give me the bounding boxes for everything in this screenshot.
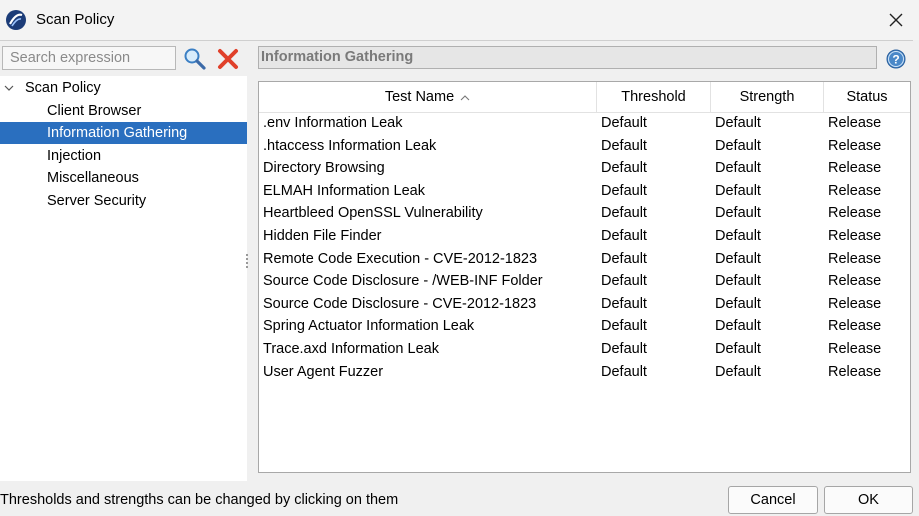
table-row[interactable]: .env Information Leak Default Default Relea… [259, 112, 910, 135]
column-header-label: Test Name [384, 89, 455, 105]
app-logo-icon [6, 10, 26, 30]
table-row[interactable]: Trace.axd Information Leak Default Default… [259, 338, 910, 361]
cell-strength[interactable]: Default [715, 248, 761, 271]
cell-status: Release [828, 250, 882, 267]
cell-status: Release [828, 115, 882, 131]
panel-splitter[interactable] [245, 252, 249, 272]
cell-test-name: Directory Browsing [263, 160, 385, 177]
cell-strength[interactable]: Default [715, 225, 761, 248]
cell-strength[interactable]: Default [715, 157, 761, 180]
window-close-button[interactable] [873, 0, 919, 40]
cell-test-name: Source Code Disclosure - CVE-2012-1823 [263, 295, 537, 312]
cell-threshold[interactable]: Default [601, 225, 647, 248]
cell-threshold[interactable]: Default [601, 202, 647, 225]
search-icon [184, 48, 206, 70]
cell-threshold[interactable]: Default [601, 361, 647, 384]
help-button[interactable]: ? [885, 48, 907, 70]
cell-status: Release [828, 318, 882, 335]
cell-status: Release [828, 340, 882, 357]
cell-threshold[interactable]: Default [601, 293, 647, 316]
cell-status: Release [828, 182, 882, 199]
table-row[interactable]: Directory Browsing Default Default Release [259, 157, 910, 180]
title-bar: Scan Policy [0, 0, 919, 40]
cell-threshold[interactable]: Default [601, 135, 647, 158]
column-header-threshold[interactable]: Threshold [597, 82, 711, 112]
cell-threshold[interactable]: Default [601, 112, 647, 135]
search-button[interactable] [182, 46, 208, 72]
cell-threshold[interactable]: Default [601, 338, 647, 361]
cell-status: Release [828, 137, 882, 154]
cell-threshold[interactable]: Default [601, 248, 647, 271]
cell-test-name: Remote Code Execution - CVE-2012-1823 [263, 250, 538, 267]
close-icon [889, 13, 903, 27]
search-input[interactable] [2, 46, 176, 70]
cell-test-name: ELMAH Information Leak [263, 182, 425, 199]
table-row[interactable]: Remote Code Execution - CVE-2012-1823 Def… [259, 248, 910, 271]
cancel-button[interactable]: Cancel [728, 486, 818, 514]
table-row[interactable]: Source Code Disclosure - CVE-2012-1823 De… [259, 293, 910, 316]
help-icon: ? [886, 49, 906, 69]
cell-test-name: Heartbleed OpenSSL Vulnerability [263, 205, 483, 222]
cell-test-name: .htaccess Information Leak [263, 137, 437, 154]
tree-item-server-security[interactable]: Server Security [0, 190, 247, 212]
cell-threshold[interactable]: Default [601, 270, 647, 293]
cell-status: Release [828, 295, 882, 312]
table-row[interactable]: User Agent Fuzzer Default Default Release [259, 361, 910, 384]
cell-status: Release [828, 273, 882, 290]
table-header: Test Name Threshold Strength Status [259, 82, 910, 113]
cell-strength[interactable]: Default [715, 112, 761, 135]
hint-text: Thresholds and strengths can be changed … [0, 492, 399, 508]
table-row[interactable]: .htaccess Information Leak Default Default… [259, 135, 910, 158]
sort-ascending-icon [460, 94, 470, 101]
cell-test-name: Spring Actuator Information Leak [263, 318, 475, 335]
column-header-test-name[interactable]: Test Name [259, 82, 597, 112]
cell-strength[interactable]: Default [715, 338, 761, 361]
policy-tree: Scan Policy Client Browser Information G… [0, 76, 247, 481]
cell-strength[interactable]: Default [715, 361, 761, 384]
divider [0, 40, 919, 41]
cell-status: Release [828, 205, 882, 222]
clear-search-button[interactable] [215, 46, 241, 72]
cell-strength[interactable]: Default [715, 293, 761, 316]
cell-test-name: Hidden File Finder [263, 227, 382, 244]
table-body: .env Information Leak Default Default Relea… [259, 112, 910, 383]
cell-threshold[interactable]: Default [601, 315, 647, 338]
clear-icon [218, 49, 238, 69]
chevron-down-icon[interactable] [3, 82, 15, 94]
ok-button[interactable]: OK [824, 486, 913, 514]
window-title: Scan Policy [36, 11, 115, 28]
table-row[interactable]: Hidden File Finder Default Default Release [259, 225, 910, 248]
tree-item-client-browser[interactable]: Client Browser [0, 100, 247, 122]
tree-item-information-gathering[interactable]: Information Gathering [0, 122, 247, 144]
category-title: Information Gathering [258, 46, 877, 69]
cell-strength[interactable]: Default [715, 202, 761, 225]
cell-test-name: Source Code Disclosure - /WEB-INF Folder [263, 273, 543, 290]
cell-threshold[interactable]: Default [601, 180, 647, 203]
tests-table: Test Name Threshold Strength Status .env… [258, 81, 911, 473]
column-header-status[interactable]: Status [824, 82, 910, 112]
table-row[interactable]: Source Code Disclosure - /WEB-INF Folder… [259, 270, 910, 293]
cell-status: Release [828, 160, 882, 177]
background-window-edge [913, 40, 919, 516]
cell-threshold[interactable]: Default [601, 157, 647, 180]
cell-strength[interactable]: Default [715, 180, 761, 203]
cell-status: Release [828, 363, 882, 380]
cell-strength[interactable]: Default [715, 135, 761, 158]
tree-item-injection[interactable]: Injection [0, 145, 247, 167]
table-row[interactable]: Spring Actuator Information Leak Default D… [259, 315, 910, 338]
cell-test-name: User Agent Fuzzer [263, 363, 384, 380]
cell-test-name: Trace.axd Information Leak [263, 340, 439, 357]
cell-strength[interactable]: Default [715, 270, 761, 293]
table-row[interactable]: Heartbleed OpenSSL Vulnerability Default D… [259, 202, 910, 225]
cell-status: Release [828, 227, 882, 244]
tree-item-miscellaneous[interactable]: Miscellaneous [0, 167, 247, 189]
cell-strength[interactable]: Default [715, 315, 761, 338]
cell-test-name: .env Information Leak [263, 115, 403, 131]
tree-root-label: Scan Policy [25, 80, 101, 96]
tree-root[interactable]: Scan Policy [0, 77, 247, 99]
table-row[interactable]: ELMAH Information Leak Default Default Rele… [259, 180, 910, 203]
column-header-strength[interactable]: Strength [711, 82, 824, 112]
svg-text:?: ? [892, 53, 899, 67]
